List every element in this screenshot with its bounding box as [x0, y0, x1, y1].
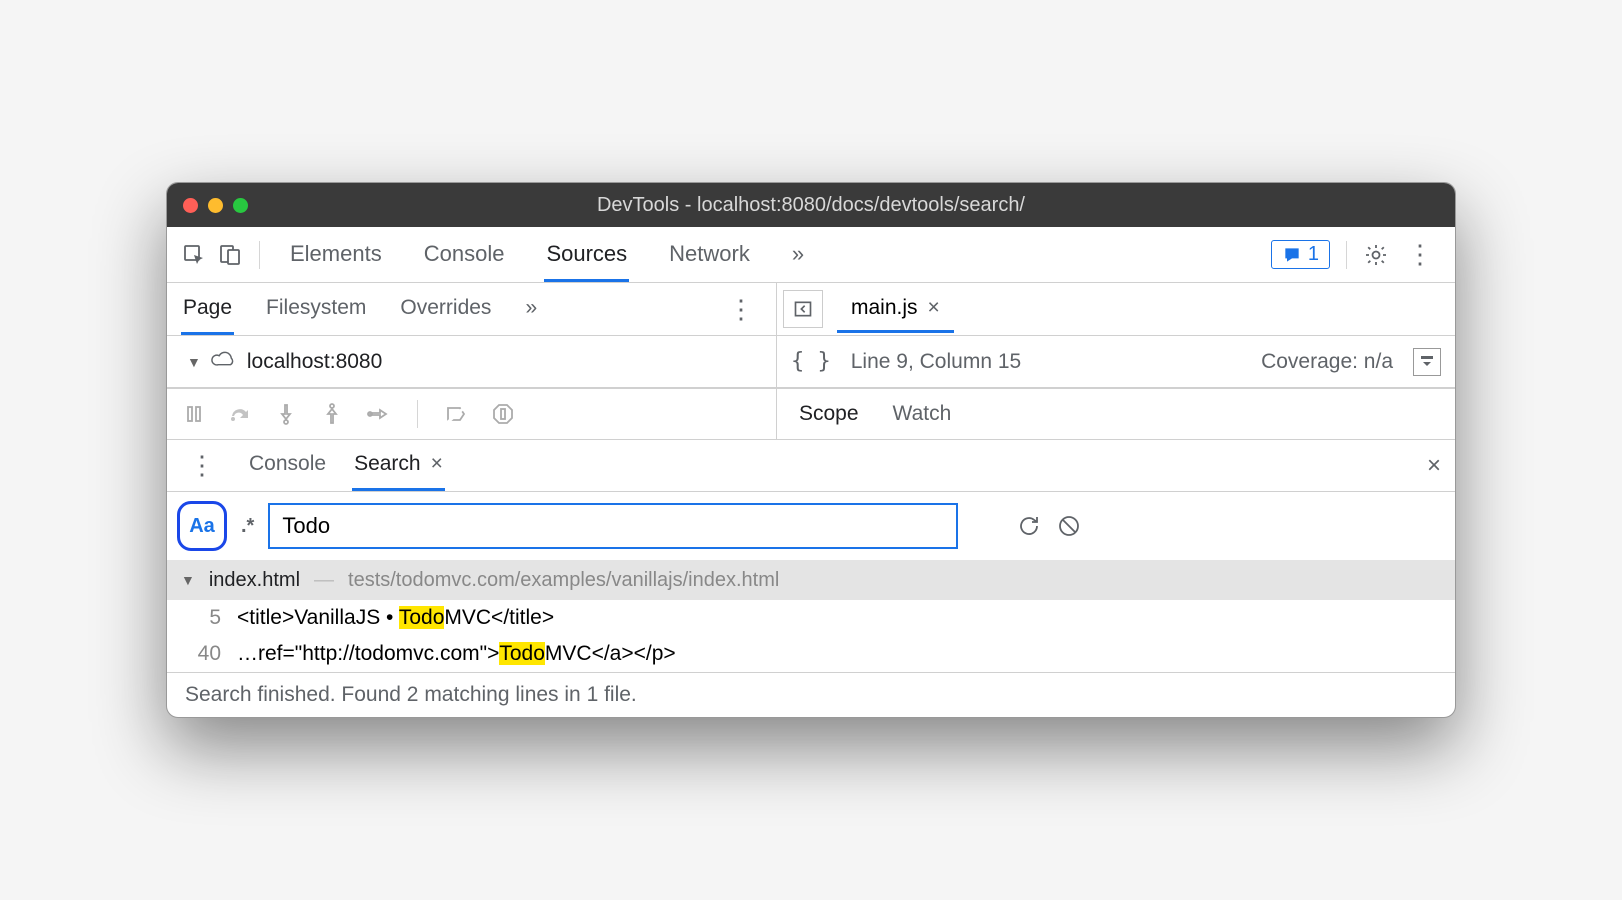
search-results: ▼ index.html — tests/todomvc.com/example…: [167, 560, 1455, 672]
drawer-tabs: ⋮ Console Search × ×: [167, 440, 1455, 492]
window-title: DevTools - localhost:8080/docs/devtools/…: [167, 194, 1455, 217]
line-text: <title>VanillaJS • TodoMVC</title>: [237, 606, 554, 630]
pause-icon[interactable]: [181, 401, 207, 427]
file-tab-label: main.js: [851, 296, 918, 320]
chevron-down-icon[interactable]: ▼: [187, 354, 201, 370]
inspect-icon[interactable]: [181, 242, 207, 268]
pause-exceptions-icon[interactable]: [490, 401, 516, 427]
result-line[interactable]: 40 …ref="http://todomvc.com">TodoMVC</a>…: [167, 636, 1455, 672]
devtools-window: DevTools - localhost:8080/docs/devtools/…: [166, 182, 1456, 718]
cancel-icon[interactable]: [1056, 513, 1082, 539]
step-into-icon[interactable]: [273, 401, 299, 427]
drawer-tab-console[interactable]: Console: [247, 440, 328, 491]
divider: [417, 400, 418, 428]
tab-elements[interactable]: Elements: [288, 227, 384, 282]
search-bar: Aa .*: [167, 492, 1455, 560]
result-file-header[interactable]: ▼ index.html — tests/todomvc.com/example…: [167, 560, 1455, 600]
tab-console[interactable]: Console: [422, 227, 507, 282]
zoom-icon[interactable]: [233, 198, 248, 213]
dropdown-icon[interactable]: [1413, 348, 1441, 376]
device-toggle-icon[interactable]: [217, 242, 243, 268]
gear-icon[interactable]: [1363, 242, 1389, 268]
tab-sources[interactable]: Sources: [544, 227, 629, 282]
titlebar: DevTools - localhost:8080/docs/devtools/…: [167, 183, 1455, 227]
search-input[interactable]: [268, 503, 958, 549]
feedback-button[interactable]: 1: [1271, 240, 1330, 269]
file-tab-mainjs[interactable]: main.js ×: [837, 286, 954, 333]
refresh-icon[interactable]: [1016, 513, 1042, 539]
tab-network[interactable]: Network: [667, 227, 752, 282]
sources-tab-filesystem[interactable]: Filesystem: [264, 284, 368, 335]
line-number: 40: [181, 642, 221, 666]
kebab-icon[interactable]: ⋮: [181, 450, 223, 481]
cloud-icon: [211, 349, 237, 375]
drawer-tab-search[interactable]: Search ×: [352, 440, 445, 491]
close-icon[interactable]: ×: [431, 452, 443, 476]
sources-subheader: Page Filesystem Overrides » ⋮ main.js ×: [167, 283, 1455, 336]
sources-body: ▼ localhost:8080 { } Line 9, Column 15 C…: [167, 336, 1455, 389]
divider: [1346, 241, 1347, 269]
step-over-icon[interactable]: [227, 401, 253, 427]
kebab-icon[interactable]: ⋮: [720, 294, 762, 325]
main-toolbar: Elements Console Sources Network » 1 ⋮: [167, 227, 1455, 283]
deactivate-breakpoints-icon[interactable]: [444, 401, 470, 427]
scope-tab[interactable]: Scope: [797, 394, 861, 434]
close-icon[interactable]: ×: [928, 296, 940, 320]
kebab-icon[interactable]: ⋮: [1399, 239, 1441, 270]
traffic-lights: [183, 198, 248, 213]
coverage-label: Coverage: n/a: [1261, 350, 1393, 374]
result-line[interactable]: 5 <title>VanillaJS • TodoMVC</title>: [167, 600, 1455, 636]
drawer-tab-label: Search: [354, 452, 421, 476]
sources-tab-more[interactable]: »: [523, 284, 539, 335]
result-file-path: tests/todomvc.com/examples/vanillajs/ind…: [348, 569, 779, 592]
main-tabs: Elements Console Sources Network »: [288, 227, 806, 282]
line-number: 5: [181, 606, 221, 630]
close-drawer-icon[interactable]: ×: [1427, 452, 1441, 480]
debug-row: Scope Watch: [167, 389, 1455, 440]
close-icon[interactable]: [183, 198, 198, 213]
step-icon[interactable]: [365, 401, 391, 427]
feedback-count: 1: [1308, 243, 1319, 266]
step-out-icon[interactable]: [319, 401, 345, 427]
chevron-down-icon[interactable]: ▼: [181, 572, 195, 588]
divider: [259, 241, 260, 269]
watch-tab[interactable]: Watch: [891, 394, 954, 434]
match-case-toggle[interactable]: Aa: [177, 501, 227, 551]
search-status: Search finished. Found 2 matching lines …: [167, 672, 1455, 717]
sources-tab-page[interactable]: Page: [181, 284, 234, 335]
minimize-icon[interactable]: [208, 198, 223, 213]
line-text: …ref="http://todomvc.com">TodoMVC</a></p…: [237, 642, 676, 666]
show-nav-pane-icon[interactable]: [783, 290, 823, 328]
cursor-position: Line 9, Column 15: [851, 350, 1021, 374]
tab-more[interactable]: »: [790, 227, 806, 282]
format-button[interactable]: { }: [791, 349, 831, 374]
tree-host[interactable]: localhost:8080: [247, 350, 382, 374]
sources-tab-overrides[interactable]: Overrides: [398, 284, 493, 335]
result-file-name: index.html: [209, 569, 300, 592]
regex-toggle[interactable]: .*: [241, 515, 254, 538]
